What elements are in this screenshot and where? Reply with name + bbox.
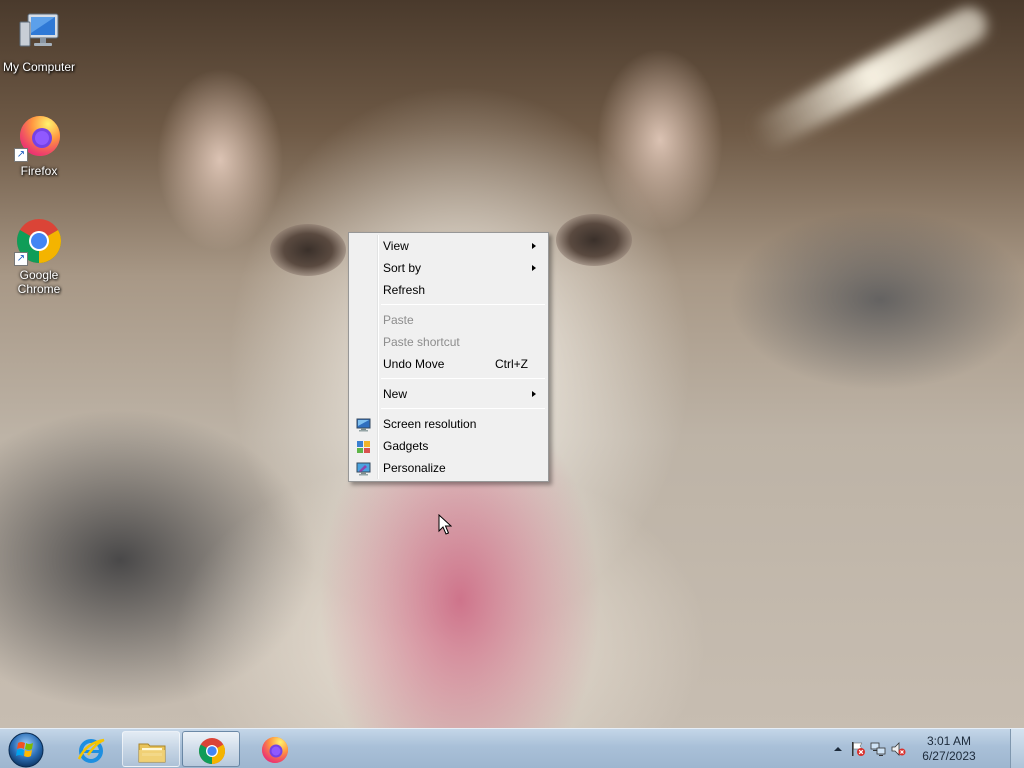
clock-time: 3:01 AM (926, 734, 972, 748)
menu-separator (381, 378, 545, 379)
menu-item-label: Personalize (383, 461, 446, 475)
personalize-icon (356, 461, 371, 476)
action-center-flag-icon[interactable] (850, 741, 866, 757)
menu-item-screen-resolution[interactable]: Screen resolution (351, 413, 546, 435)
menu-item-gadgets[interactable]: Gadgets (351, 435, 546, 457)
taskbar-internet-explorer[interactable] (62, 731, 120, 767)
menu-item-label: Screen resolution (383, 417, 477, 431)
menu-item-view[interactable]: View (351, 235, 546, 257)
system-tray: 3:01 AM 6/27/2023 (826, 729, 1006, 768)
chrome-icon (198, 738, 226, 764)
menu-item-undo-move[interactable]: Undo Move Ctrl+Z (351, 353, 546, 375)
menu-item-label: Undo Move (383, 357, 445, 371)
menu-item-paste[interactable]: Paste (351, 309, 546, 331)
start-button[interactable] (4, 730, 48, 768)
menu-item-refresh[interactable]: Refresh (351, 279, 546, 301)
shortcut-arrow-icon: ↗ (14, 252, 28, 266)
menu-separator (381, 408, 545, 409)
wallpaper-cat-eye-left (270, 224, 346, 276)
menu-separator (381, 304, 545, 305)
menu-item-paste-shortcut[interactable]: Paste shortcut (351, 331, 546, 353)
firefox-icon (262, 737, 288, 763)
desktop-icon-label: Google Chrome (17, 268, 61, 296)
taskbar-clock[interactable]: 3:01 AM 6/27/2023 (914, 734, 984, 764)
mouse-cursor-icon (438, 514, 452, 535)
firefox-icon: ↗ (14, 112, 64, 162)
desktop-icon-google-chrome[interactable]: ↗ Google Chrome (1, 216, 77, 296)
desktop-context-menu: View Sort by Refresh Paste Paste shortcu… (348, 232, 549, 482)
menu-item-label: New (383, 387, 408, 401)
menu-item-label: Sort by (383, 261, 422, 275)
screen-resolution-icon (356, 417, 371, 432)
desktop-icon-label: Firefox (20, 164, 58, 178)
shortcut-arrow-icon: ↗ (14, 148, 28, 162)
clock-date: 6/27/2023 (922, 749, 976, 763)
wallpaper-light (746, 1, 994, 155)
computer-icon (14, 8, 64, 58)
menu-item-label: Gadgets (383, 439, 429, 453)
menu-item-sort-by[interactable]: Sort by (351, 257, 546, 279)
gadgets-icon (356, 439, 371, 453)
taskbar-windows-explorer[interactable] (122, 731, 180, 767)
desktop-icon-label: My Computer (2, 60, 76, 74)
submenu-arrow-icon (532, 243, 536, 249)
desktop-icon-firefox[interactable]: ↗ Firefox (1, 112, 77, 178)
menu-item-label: View (383, 239, 409, 253)
show-hidden-icons-arrow-icon[interactable] (830, 741, 846, 757)
taskbar-firefox[interactable] (246, 731, 304, 767)
show-desktop-button[interactable] (1010, 729, 1024, 768)
menu-item-personalize[interactable]: Personalize (351, 457, 546, 479)
network-icon[interactable] (870, 741, 886, 757)
submenu-arrow-icon (532, 391, 536, 397)
volume-muted-icon[interactable] (890, 741, 906, 757)
menu-item-shortcut: Ctrl+Z (495, 357, 528, 371)
taskbar-google-chrome[interactable] (182, 731, 240, 767)
windows-explorer-icon (138, 743, 166, 763)
windows-start-orb-icon (8, 732, 44, 768)
desktop-icon-my-computer[interactable]: My Computer (1, 8, 77, 74)
taskbar: 3:01 AM 6/27/2023 (0, 728, 1024, 768)
menu-item-label: Paste shortcut (383, 335, 460, 349)
internet-explorer-icon (77, 738, 105, 763)
menu-item-new[interactable]: New (351, 383, 546, 405)
wallpaper-cat-eye-right (556, 214, 632, 266)
menu-item-label: Paste (383, 313, 414, 327)
menu-item-label: Refresh (383, 283, 426, 297)
chrome-icon: ↗ (14, 216, 64, 266)
submenu-arrow-icon (532, 265, 536, 271)
